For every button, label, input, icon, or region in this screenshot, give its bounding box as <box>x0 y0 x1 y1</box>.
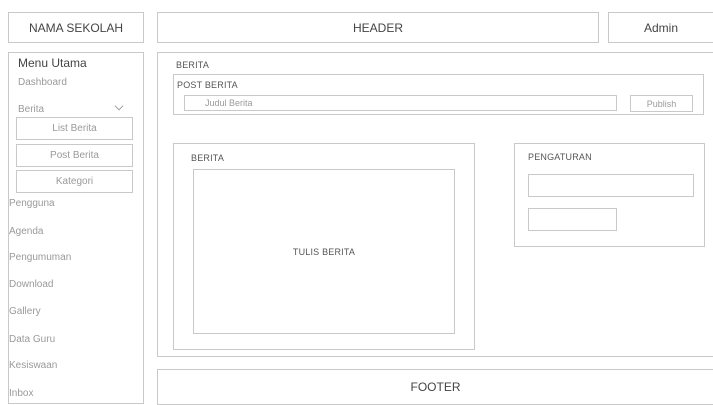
school-name: NAMA SEKOLAH <box>28 20 124 35</box>
sidebar-item-gallery[interactable]: Gallery <box>9 306 41 317</box>
sidebar-item-pengguna[interactable]: Pengguna <box>9 198 55 209</box>
berita-editor-title: BERITA <box>191 153 225 163</box>
sidebar-item-dashboard[interactable]: Dashboard <box>18 77 67 88</box>
user-name: Admin <box>643 20 678 35</box>
tulis-berita-textarea[interactable]: TULIS BERITA <box>193 169 455 334</box>
chevron-down-icon[interactable] <box>114 103 124 113</box>
sidebar-item-berita[interactable]: Berita <box>18 104 44 115</box>
sidebar-item-download[interactable]: Download <box>9 279 53 290</box>
sidebar-item-data-guru[interactable]: Data Guru <box>9 334 55 345</box>
judul-berita-placeholder: Judul Berita <box>205 98 253 108</box>
sidebar-subitem-list-berita[interactable]: List Berita <box>16 117 133 140</box>
sidebar-subitem-kategori[interactable]: Kategori <box>16 170 133 193</box>
pengaturan-field-2[interactable] <box>528 208 617 231</box>
header-bar: HEADER <box>157 12 599 43</box>
school-logo[interactable]: NAMA SEKOLAH <box>8 12 144 43</box>
pengaturan-title: PENGATURAN <box>528 152 592 162</box>
sidebar-title: Menu Utama <box>18 56 87 70</box>
publish-button[interactable]: Publish <box>630 95 693 112</box>
sidebar-item-kesiswaan[interactable]: Kesiswaan <box>9 360 57 371</box>
sidebar-item-inbox[interactable]: Inbox <box>9 388 33 399</box>
section-title: BERITA <box>176 60 210 70</box>
post-berita-title: POST BERITA <box>177 80 238 90</box>
sidebar-item-agenda[interactable]: Agenda <box>9 226 43 237</box>
header-title: HEADER <box>352 20 403 35</box>
sidebar-item-pengumuman[interactable]: Pengumuman <box>9 252 71 263</box>
sidebar-subitem-post-berita[interactable]: Post Berita <box>16 144 133 167</box>
tulis-berita-placeholder: TULIS BERITA <box>292 246 356 257</box>
footer-label: FOOTER <box>410 380 461 394</box>
user-menu[interactable]: Admin <box>608 12 713 43</box>
footer: FOOTER <box>157 369 713 405</box>
pengaturan-field-1[interactable] <box>528 174 694 197</box>
publish-label: Publish <box>646 98 677 109</box>
judul-berita-input[interactable]: Judul Berita <box>184 95 617 111</box>
